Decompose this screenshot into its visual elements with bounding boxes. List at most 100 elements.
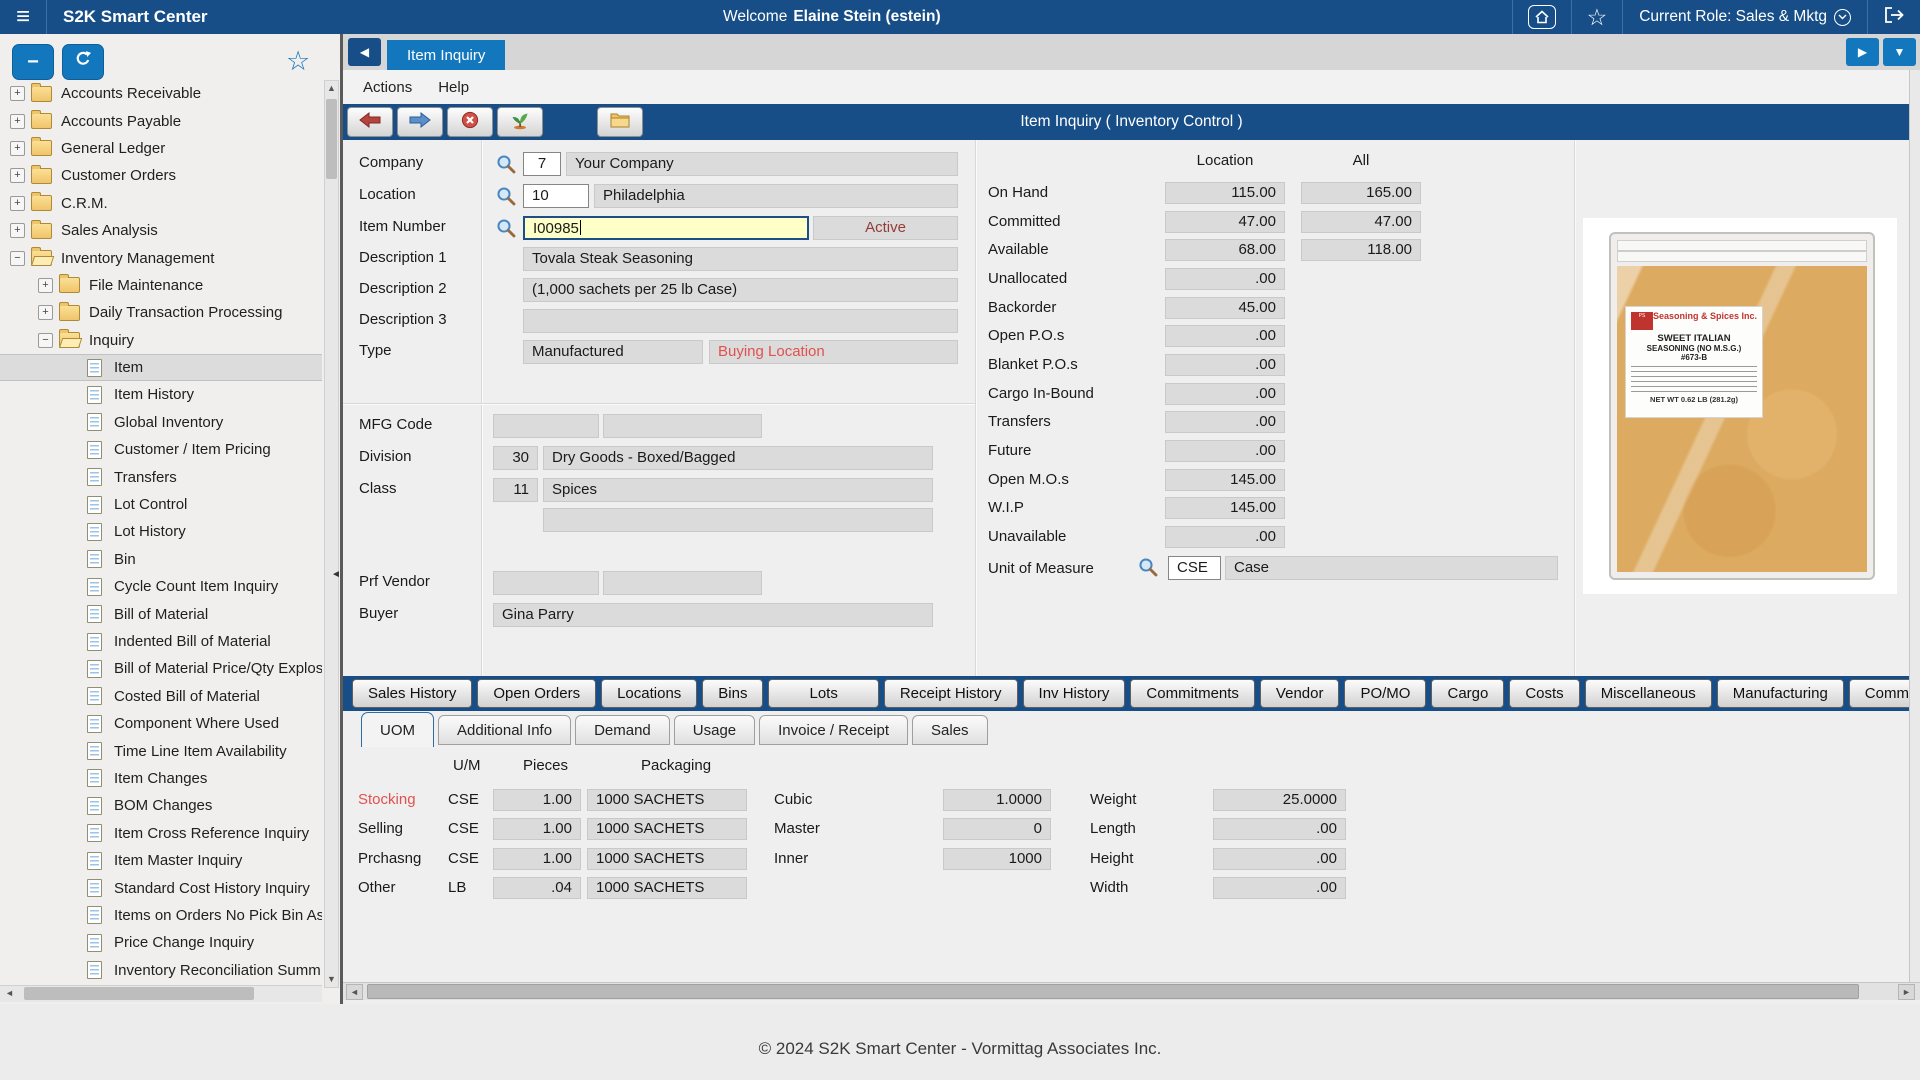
refresh-button[interactable] (62, 44, 104, 80)
detail-tab[interactable]: PO/MO (1344, 679, 1426, 708)
scroll-left-icon[interactable]: ◄ (2, 986, 17, 1001)
detail-tab[interactable]: Bins (702, 679, 763, 708)
tree-item[interactable]: Accounts Payable (0, 107, 322, 134)
uom-code-input[interactable]: CSE (1168, 556, 1221, 580)
tree-item[interactable]: Cycle Count Item Inquiry (0, 573, 322, 600)
splitter-icon[interactable]: ◄ (331, 569, 341, 580)
tree-expander-icon[interactable] (10, 251, 25, 266)
tree-item[interactable]: BOM Changes (0, 792, 322, 819)
tree-expander-icon[interactable] (10, 86, 25, 101)
prev-tab-button[interactable]: ◀ (348, 38, 381, 66)
tree-item[interactable]: Indented Bill of Material (0, 628, 322, 655)
next-tab-button[interactable]: ▶ (1846, 38, 1879, 66)
tree-expander-icon[interactable] (10, 114, 25, 129)
tree-item[interactable]: Item (0, 354, 322, 381)
scrollbar-thumb[interactable] (367, 984, 1859, 999)
scroll-up-icon[interactable]: ▲ (325, 81, 338, 96)
tree-expander-icon[interactable] (10, 196, 25, 211)
scroll-right-icon[interactable]: ► (1898, 984, 1915, 1000)
detail-tab[interactable]: Locations (601, 679, 697, 708)
sub-tab[interactable]: Additional Info (438, 715, 571, 745)
search-icon[interactable] (496, 186, 516, 206)
detail-tab[interactable]: Miscellaneous (1585, 679, 1712, 708)
menu-actions[interactable]: Actions (363, 79, 412, 96)
main-vertical-scrollbar[interactable] (1909, 70, 1920, 982)
tree-item[interactable]: General Ledger (0, 135, 322, 162)
location-code-input[interactable]: 10 (523, 184, 589, 208)
scrollbar-thumb[interactable] (326, 99, 337, 179)
tree-item[interactable]: Price Change Inquiry (0, 929, 322, 956)
tree-item[interactable]: Costed Bill of Material (0, 683, 322, 710)
sub-tab[interactable]: Sales (912, 715, 988, 745)
tree-item[interactable]: Inventory Reconciliation Summ (0, 957, 322, 984)
detail-tab[interactable]: Manufacturing (1717, 679, 1844, 708)
tab-menu-button[interactable]: ▼ (1883, 38, 1916, 66)
item-number-input[interactable]: I00985 (523, 216, 809, 240)
scroll-left-icon[interactable]: ◄ (346, 984, 363, 1000)
detail-tab[interactable]: Commitments (1130, 679, 1255, 708)
scrollbar-thumb[interactable] (24, 987, 254, 1000)
tree-item[interactable]: Customer Orders (0, 162, 322, 189)
logout-button[interactable] (1868, 0, 1920, 34)
detail-tab[interactable]: Inv History (1023, 679, 1126, 708)
back-button[interactable] (347, 107, 393, 137)
tree-item[interactable]: Global Inventory (0, 409, 322, 436)
tree-item[interactable]: Accounts Receivable (0, 80, 322, 107)
search-icon[interactable] (496, 154, 516, 174)
tree-item[interactable]: Lot Control (0, 491, 322, 518)
hamburger-icon[interactable]: ≡ (0, 0, 46, 34)
tree-item[interactable]: Customer / Item Pricing (0, 436, 322, 463)
menu-help[interactable]: Help (438, 79, 469, 96)
exit-button[interactable] (497, 107, 543, 137)
tree-item[interactable]: Inventory Management (0, 244, 322, 271)
tree-item[interactable]: Lot History (0, 518, 322, 545)
search-icon[interactable] (496, 218, 516, 238)
sidebar-favorite-icon[interactable]: ☆ (286, 46, 310, 77)
home-button[interactable] (1513, 0, 1571, 34)
tree-item[interactable]: Daily Transaction Processing (0, 299, 322, 326)
tree-item[interactable]: Bin (0, 546, 322, 573)
tree-expander-icon[interactable] (10, 141, 25, 156)
sub-tab[interactable]: Demand (575, 715, 670, 745)
tree-item[interactable]: Component Where Used (0, 710, 322, 737)
detail-tab[interactable]: Vendor (1260, 679, 1340, 708)
tree-item[interactable]: File Maintenance (0, 272, 322, 299)
tree-item[interactable]: Inquiry (0, 327, 322, 354)
tree-item[interactable]: Transfers (0, 463, 322, 490)
tree-item[interactable]: Bill of Material Price/Qty Explos (0, 655, 322, 682)
collapse-sidebar-button[interactable]: − (12, 44, 54, 80)
tree-item[interactable]: Items on Orders No Pick Bin As (0, 902, 322, 929)
open-button[interactable] (597, 107, 643, 137)
tree-expander-icon[interactable] (38, 305, 53, 320)
tree-item[interactable]: Standard Cost History Inquiry (0, 874, 322, 901)
tree-item[interactable]: Item Changes (0, 765, 322, 792)
sub-tab[interactable]: UOM (361, 712, 434, 747)
detail-tab[interactable]: Costs (1509, 679, 1579, 708)
tree-item[interactable]: Time Line Item Availability (0, 737, 322, 764)
tree-item[interactable]: C.R.M. (0, 190, 322, 217)
tree-expander-icon[interactable] (38, 278, 53, 293)
tree-item[interactable]: Item Cross Reference Inquiry (0, 820, 322, 847)
scroll-down-icon[interactable]: ▼ (325, 972, 338, 987)
tree-expander-icon[interactable] (10, 168, 25, 183)
tree-item[interactable]: Item History (0, 381, 322, 408)
company-code-input[interactable]: 7 (523, 152, 561, 176)
tree-item[interactable]: Sales Analysis (0, 217, 322, 244)
detail-tab[interactable]: Lots (768, 679, 878, 708)
tree-item[interactable]: Item Master Inquiry (0, 847, 322, 874)
detail-tab[interactable]: Open Orders (477, 679, 596, 708)
sidebar-vertical-scrollbar[interactable]: ▲ ▼ (324, 80, 339, 988)
forward-button[interactable] (397, 107, 443, 137)
search-icon[interactable] (1138, 557, 1158, 577)
main-horizontal-scrollbar[interactable]: ◄ ► (343, 982, 1920, 1000)
detail-tab[interactable]: Receipt History (884, 679, 1018, 708)
tab-item-inquiry[interactable]: Item Inquiry (387, 40, 505, 70)
sub-tab[interactable]: Invoice / Receipt (759, 715, 908, 745)
role-selector[interactable]: Current Role: Sales & Mktg (1623, 0, 1867, 34)
detail-tab[interactable]: Sales History (352, 679, 472, 708)
tree-expander-icon[interactable] (10, 223, 25, 238)
detail-tab[interactable]: Cargo (1431, 679, 1504, 708)
tree-expander-icon[interactable] (38, 333, 53, 348)
sidebar-horizontal-scrollbar[interactable]: ◄ (0, 985, 322, 1002)
sub-tab[interactable]: Usage (674, 715, 755, 745)
